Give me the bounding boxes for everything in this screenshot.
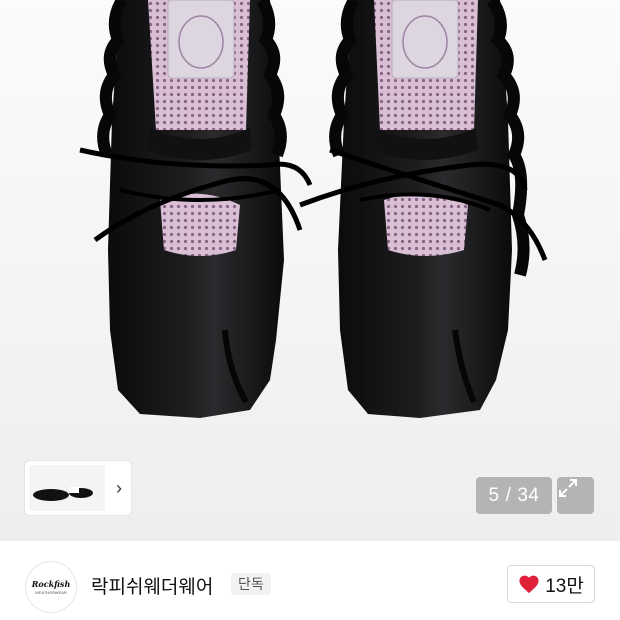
chevron-right-icon[interactable]: › (109, 465, 129, 511)
like-button[interactable]: 13만 (507, 565, 595, 603)
like-count: 13만 (545, 575, 584, 597)
thumbnail[interactable] (29, 465, 105, 511)
expand-arrows-icon (559, 479, 577, 497)
counter-separator: / (505, 484, 512, 506)
expand-button[interactable] (557, 477, 594, 514)
left-shoe (79, 0, 313, 418)
store-name[interactable]: 락피쉬웨더웨어 (91, 572, 213, 599)
heart-icon (519, 575, 539, 594)
counter-current: 5 (488, 484, 500, 506)
exclusive-badge: 단독 (231, 573, 271, 595)
logo-sub: WEATHERWEAR (35, 590, 67, 595)
store-bar: Rockfish WEATHERWEAR 락피쉬웨더웨어 단독 13만 (0, 541, 620, 620)
logo-brand: Rockfish (31, 579, 71, 589)
counter-total: 34 (517, 484, 540, 506)
store-logo[interactable]: Rockfish WEATHERWEAR (25, 561, 77, 613)
product-image[interactable]: › 5 / 34 (0, 0, 620, 541)
right-shoe (299, 0, 548, 418)
thumbnail-strip: › (25, 461, 131, 515)
image-counter: 5 / 34 (476, 477, 552, 514)
shoes-photo (79, 0, 548, 418)
